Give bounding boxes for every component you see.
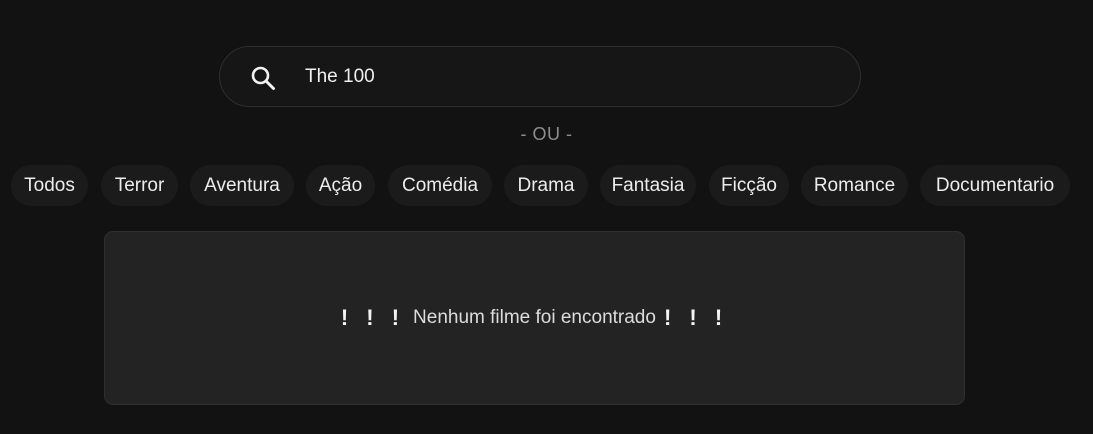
- genre-aventura-button[interactable]: Aventura: [190, 165, 294, 206]
- genre-acao-button[interactable]: Ação: [306, 165, 375, 206]
- exclamation-suffix: ! ! !: [663, 305, 729, 330]
- genre-terror-button[interactable]: Terror: [101, 165, 178, 206]
- genre-ficcao-button[interactable]: Ficção: [709, 165, 789, 206]
- genre-todos-button[interactable]: Todos: [11, 165, 88, 206]
- genre-documentario-button[interactable]: Documentario: [920, 165, 1070, 206]
- exclamation-prefix: ! ! !: [340, 305, 406, 330]
- genre-filter-list: Todos Terror Aventura Ação Comédia Drama…: [0, 165, 1093, 206]
- genre-comedia-button[interactable]: Comédia: [388, 165, 492, 206]
- results-panel: ! ! ! Nenhum filme foi encontrado ! ! !: [104, 231, 965, 405]
- empty-message-text: Nenhum filme foi encontrado: [413, 307, 656, 328]
- search-icon[interactable]: [250, 65, 276, 91]
- empty-results-message: ! ! ! Nenhum filme foi encontrado ! ! !: [341, 305, 728, 331]
- genre-romance-button[interactable]: Romance: [801, 165, 908, 206]
- genre-drama-button[interactable]: Drama: [504, 165, 588, 206]
- search-input[interactable]: [305, 47, 825, 106]
- search-bar[interactable]: [219, 46, 861, 107]
- genre-fantasia-button[interactable]: Fantasia: [600, 165, 696, 206]
- or-divider: - OU -: [520, 124, 573, 144]
